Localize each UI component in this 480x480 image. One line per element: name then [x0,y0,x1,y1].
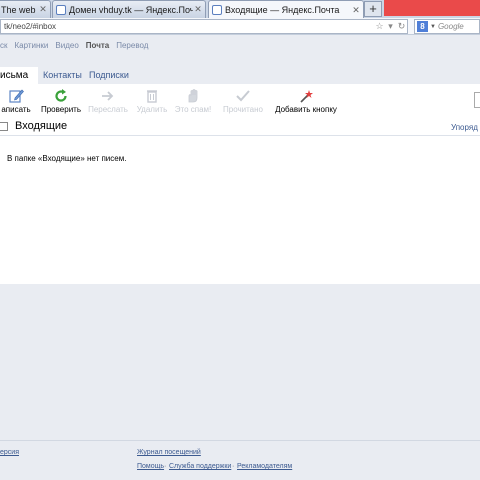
browser-tab-3-active[interactable]: Входящие — Яндекс.Почта ✕ [208,0,364,19]
footer-link-support[interactable]: Служба поддержки [169,463,231,470]
empty-folder-message: В папке «Входящие» нет писем. [7,154,127,163]
sort-order-link[interactable]: Упоряд [451,123,478,132]
tab-letters[interactable]: исьма [0,67,38,84]
browser-tab-label: Домен vhduy.tk — Яндекс.Почта дл... [69,4,193,15]
add-button-label: Добавить кнопку [275,105,337,114]
services-nav: ск Картинки Видео Почта Перевод [0,41,480,55]
right-edge-control[interactable] [474,92,480,108]
dropdown-arrow-icon[interactable]: ▾ [385,21,396,32]
trash-icon [147,90,157,103]
browser-tab-label: Входящие — Яндекс.Почта [225,5,340,15]
check-mail-button[interactable]: Проверить [40,88,82,118]
mail-tabs: исьма Контакты Подписки [0,67,480,84]
checkmark-icon [236,90,250,102]
compose-label: аписать [1,105,31,114]
service-link-mail: Почта [85,41,110,50]
select-all-checkbox[interactable] [0,122,8,131]
new-tab-button[interactable]: + [364,1,382,17]
window-close-area[interactable] [384,0,480,16]
search-engine-caret-icon[interactable]: ▼ [430,24,436,30]
service-link-translate[interactable]: Перевод [116,41,148,55]
search-placeholder: Google [437,22,464,31]
tab-close-icon[interactable]: ✕ [38,4,48,15]
folder-title: Входящие [15,120,68,132]
forward-button[interactable]: Переслать [87,88,129,118]
forward-arrow-icon [102,91,114,101]
browser-tab-1[interactable]: The web p... ✕ [0,0,51,18]
footer-link-history[interactable]: Журнал посещений [137,449,201,456]
mail-toolbar: аписать Проверить Переслать Удалить Это … [0,88,480,118]
mail-favicon-icon [56,4,66,15]
spam-hand-icon [188,89,198,103]
check-label: Проверить [40,105,81,114]
search-box[interactable]: 8 ▼ Google [414,19,480,34]
service-link-images[interactable]: Картинки [15,41,49,55]
delete-button[interactable]: Удалить [135,88,169,118]
divider [0,135,480,136]
read-label: Прочитано [223,105,263,114]
compose-button[interactable]: аписать [0,88,32,118]
mark-read-button[interactable]: Прочитано [222,88,264,118]
service-link-search[interactable]: ск [0,41,8,55]
add-button-button[interactable]: Добавить кнопку [274,88,338,118]
address-bar[interactable]: tk/neo2/#inbox ☆ ▾ ↻ [0,19,408,34]
footer-link-version[interactable]: ерсия [0,449,19,456]
tab-close-icon[interactable]: ✕ [351,5,361,16]
tab-close-icon[interactable]: ✕ [193,4,203,15]
tab-subscriptions[interactable]: Подписки [89,67,129,84]
footer-link-help[interactable]: Помощь [137,463,164,470]
refresh-icon [55,89,67,102]
browser-tab-bar: The web p... ✕ Домен vhduy.tk — Яндекс.П… [0,0,480,19]
folder-header: Входящие Упоряд [0,120,480,134]
compose-pencil-icon [9,89,24,103]
bookmark-star-icon[interactable]: ☆ [374,21,385,32]
forward-label: Переслать [88,105,128,114]
browser-tab-2[interactable]: Домен vhduy.tk — Яндекс.Почта дл... ✕ [52,0,206,18]
magic-wand-icon [300,90,313,103]
mail-main-panel: аписать Проверить Переслать Удалить Это … [0,84,480,284]
footer-separator: · [164,463,167,470]
mail-favicon-icon [212,5,222,15]
service-link-video[interactable]: Видео [55,41,78,55]
delete-label: Удалить [136,105,168,114]
search-engine-icon[interactable]: 8 [417,21,428,32]
browser-tab-label: The web p... [1,4,38,15]
footer-link-ads[interactable]: Рекламодателям [237,463,292,470]
tab-contacts[interactable]: Контакты [43,67,82,84]
footer-separator: · [232,463,235,470]
spam-label: Это спам! [174,105,212,114]
url-text: tk/neo2/#inbox [4,22,57,31]
browser-nav-bar: tk/neo2/#inbox ☆ ▾ ↻ 8 ▼ Google [0,18,480,35]
footer-divider [0,440,480,441]
spam-button[interactable]: Это спам! [173,88,213,118]
reload-icon[interactable]: ↻ [396,21,407,32]
